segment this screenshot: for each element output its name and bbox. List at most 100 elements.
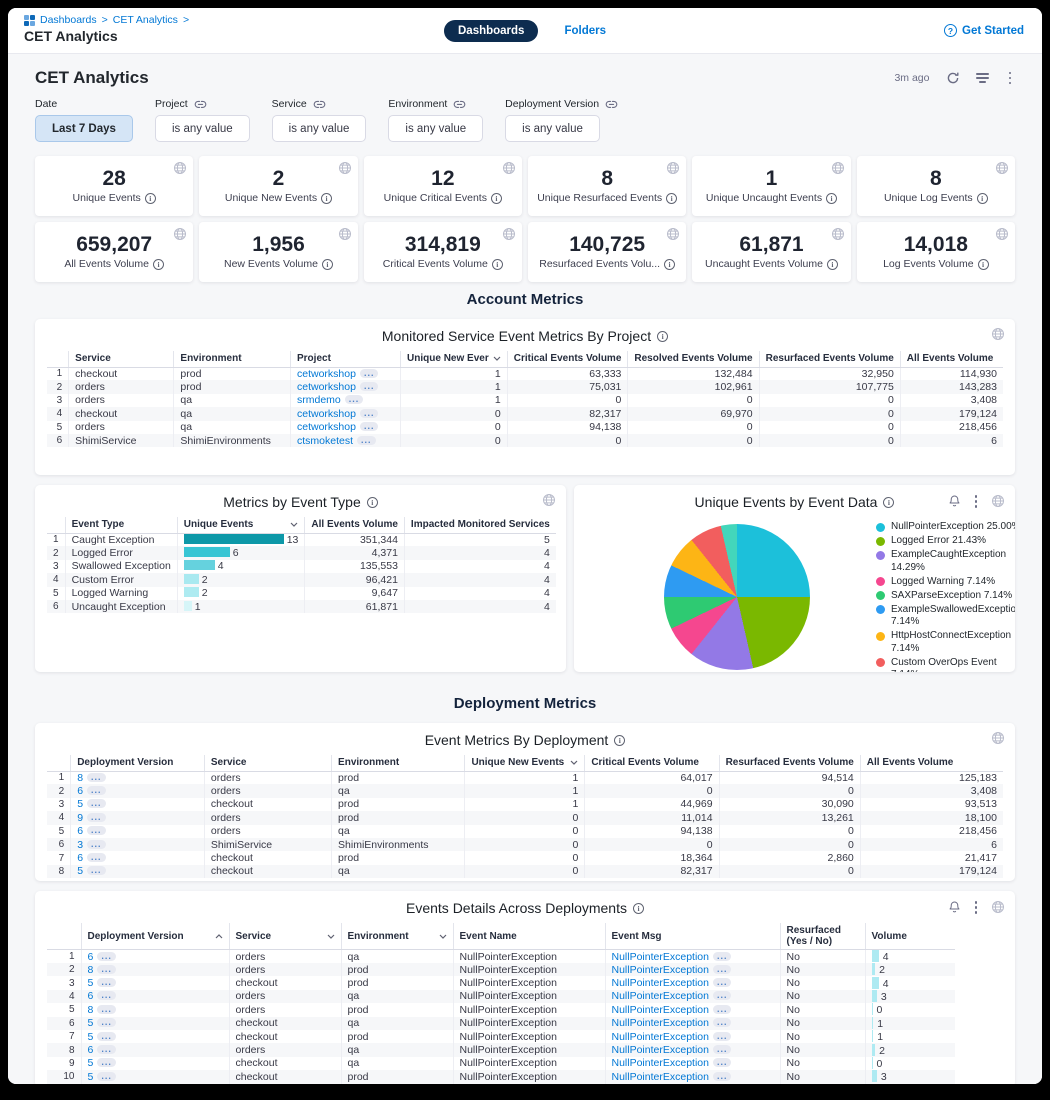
cell-link[interactable]: 5: [88, 1017, 94, 1029]
cell-link[interactable]: 5: [88, 1071, 94, 1083]
cell-link[interactable]: 6: [88, 951, 94, 963]
column-header[interactable]: All Events Volume: [305, 517, 405, 533]
globe-icon[interactable]: [991, 900, 1005, 914]
metric-tile[interactable]: 28Unique Eventsi: [35, 156, 193, 216]
legend-item[interactable]: ExampleSwallowedException 7.14%: [876, 604, 1015, 629]
metric-tile[interactable]: 659,207All Events Volumei: [35, 222, 193, 282]
column-header[interactable]: Critical Events Volume: [507, 351, 628, 367]
column-header[interactable]: Resurfaced Events Volume: [759, 351, 900, 367]
info-icon[interactable]: i: [666, 193, 677, 204]
column-header[interactable]: Deployment Version: [71, 755, 205, 771]
cell-link[interactable]: 3: [77, 839, 83, 851]
tile-menu-icon[interactable]: [971, 899, 982, 916]
bell-icon[interactable]: [948, 900, 961, 914]
tile-menu-icon[interactable]: [971, 493, 982, 510]
legend-item[interactable]: NullPointerException 25.00%: [876, 521, 1015, 534]
cell-actions-pill[interactable]: ...: [97, 1045, 116, 1054]
cell-link[interactable]: cetworkshop: [297, 408, 356, 420]
column-header[interactable]: Environment: [341, 923, 453, 950]
cell-link[interactable]: 8: [77, 772, 83, 784]
globe-icon[interactable]: [173, 227, 187, 241]
filter-value-chip[interactable]: is any value: [155, 115, 250, 142]
info-icon[interactable]: i: [153, 259, 164, 270]
cell-actions-pill[interactable]: ...: [345, 395, 364, 404]
tab-folders[interactable]: Folders: [564, 25, 606, 37]
info-icon[interactable]: i: [321, 193, 332, 204]
breadcrumb-dashboards[interactable]: Dashboards: [40, 14, 97, 26]
column-header[interactable]: Unique Events: [177, 517, 305, 533]
info-icon[interactable]: i: [978, 259, 989, 270]
tab-dashboards[interactable]: Dashboards: [444, 20, 538, 42]
column-header[interactable]: Project: [291, 351, 401, 367]
info-icon[interactable]: i: [145, 193, 156, 204]
cell-actions-pill[interactable]: ...: [87, 813, 106, 822]
cell-actions-pill[interactable]: ...: [360, 409, 379, 418]
cell-link[interactable]: NullPointerException: [612, 1044, 709, 1056]
globe-icon[interactable]: [991, 327, 1005, 341]
column-header[interactable]: Environment: [332, 755, 465, 771]
globe-icon[interactable]: [338, 227, 352, 241]
cell-link[interactable]: NullPointerException: [612, 1057, 709, 1069]
filter-value-chip[interactable]: is any value: [388, 115, 483, 142]
column-header[interactable]: Service: [229, 923, 341, 950]
cell-link[interactable]: 5: [88, 977, 94, 989]
column-header[interactable]: All Events Volume: [900, 351, 1003, 367]
cell-link[interactable]: NullPointerException: [612, 1017, 709, 1029]
legend-item[interactable]: Logged Error 21.43%: [876, 535, 1015, 548]
legend-item[interactable]: Logged Warning 7.14%: [876, 576, 1015, 589]
cell-actions-pill[interactable]: ...: [97, 965, 116, 974]
dashboard-menu-icon[interactable]: [1005, 70, 1016, 87]
legend-item[interactable]: ExampleCaughtException 14.29%: [876, 549, 1015, 574]
cell-link[interactable]: cetworkshop: [297, 368, 356, 380]
globe-icon[interactable]: [502, 161, 516, 175]
column-header[interactable]: Service: [69, 351, 174, 367]
cell-actions-pill[interactable]: ...: [87, 826, 106, 835]
cell-actions-pill[interactable]: ...: [713, 991, 732, 1000]
bell-icon[interactable]: [948, 494, 961, 508]
cell-actions-pill[interactable]: ...: [713, 1032, 732, 1041]
cell-link[interactable]: 6: [77, 852, 83, 864]
column-header[interactable]: Event Type: [65, 517, 177, 533]
cell-link[interactable]: 5: [88, 1057, 94, 1069]
cell-actions-pill[interactable]: ...: [87, 799, 106, 808]
cell-link[interactable]: 8: [88, 964, 94, 976]
cell-actions-pill[interactable]: ...: [360, 369, 379, 378]
globe-icon[interactable]: [338, 161, 352, 175]
globe-icon[interactable]: [831, 161, 845, 175]
cell-link[interactable]: NullPointerException: [612, 964, 709, 976]
cell-actions-pill[interactable]: ...: [97, 991, 116, 1000]
cell-actions-pill[interactable]: ...: [713, 965, 732, 974]
info-icon[interactable]: i: [492, 259, 503, 270]
metric-tile[interactable]: 12Unique Critical Eventsi: [364, 156, 522, 216]
cell-actions-pill[interactable]: ...: [97, 1032, 116, 1041]
filter-value-chip[interactable]: is any value: [505, 115, 600, 142]
metric-tile[interactable]: 1Unique Uncaught Eventsi: [692, 156, 850, 216]
cell-link[interactable]: 5: [77, 798, 83, 810]
column-header[interactable]: Impacted Monitored Services: [404, 517, 555, 533]
column-header[interactable]: Environment: [174, 351, 291, 367]
column-header[interactable]: Volume: [865, 923, 955, 950]
cell-link[interactable]: NullPointerException: [612, 951, 709, 963]
cell-actions-pill[interactable]: ...: [97, 1058, 116, 1067]
info-icon[interactable]: i: [322, 259, 333, 270]
cell-link[interactable]: 6: [88, 990, 94, 1002]
cell-link[interactable]: cetworkshop: [297, 381, 356, 393]
metric-tile[interactable]: 1,956New Events Volumei: [199, 222, 357, 282]
cell-actions-pill[interactable]: ...: [357, 436, 376, 445]
column-header[interactable]: Resurfaced (Yes / No): [780, 923, 865, 950]
column-header[interactable]: Event Name: [453, 923, 605, 950]
column-header[interactable]: Resurfaced Events Volume: [719, 755, 860, 771]
info-icon[interactable]: i: [633, 903, 644, 914]
cell-actions-pill[interactable]: ...: [360, 382, 379, 391]
cell-link[interactable]: NullPointerException: [612, 1031, 709, 1043]
globe-icon[interactable]: [666, 161, 680, 175]
cell-actions-pill[interactable]: ...: [713, 1018, 732, 1027]
cell-link[interactable]: NullPointerException: [612, 977, 709, 989]
cell-actions-pill[interactable]: ...: [97, 1072, 116, 1081]
info-icon[interactable]: i: [883, 497, 894, 508]
legend-item[interactable]: HttpHostConnectException 7.14%: [876, 630, 1015, 655]
metric-tile[interactable]: 14,018Log Events Volumei: [857, 222, 1015, 282]
metric-tile[interactable]: 61,871Uncaught Events Volumei: [692, 222, 850, 282]
column-header[interactable]: Critical Events Volume: [585, 755, 719, 771]
cell-link[interactable]: NullPointerException: [612, 1004, 709, 1016]
